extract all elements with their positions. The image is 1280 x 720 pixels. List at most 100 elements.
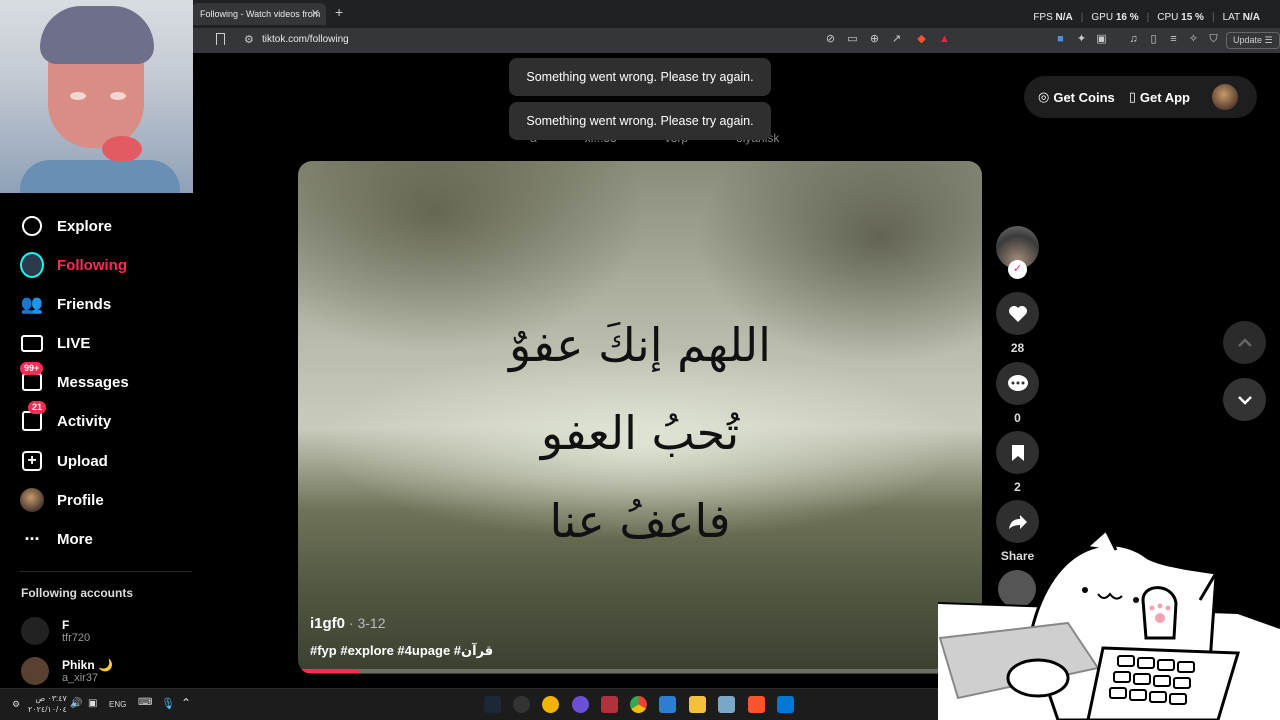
app-icon-5[interactable] xyxy=(718,696,735,713)
get-coins-label: Get Coins xyxy=(1053,89,1115,105)
app-icon-4[interactable] xyxy=(601,696,618,713)
gpu-label: GPU xyxy=(1091,12,1114,23)
bookmark-icon xyxy=(996,431,1039,474)
bookmark-button[interactable]: 2 xyxy=(996,431,1039,494)
video-progress-fill xyxy=(298,669,360,673)
zoom-icon[interactable]: ⊕ xyxy=(868,33,881,46)
fps-label: FPS xyxy=(1033,12,1053,23)
user-avatar[interactable] xyxy=(1211,84,1238,110)
no-script-icon[interactable]: ⊘ xyxy=(824,33,837,46)
share-page-icon[interactable]: ↗ xyxy=(890,33,903,46)
tray-chevron-up-icon[interactable]: ⌃ xyxy=(181,696,191,710)
tab-close-icon[interactable]: ✕ xyxy=(311,7,320,20)
sidebar-item-label: LIVE xyxy=(57,334,91,352)
reading-list-icon[interactable]: ≡ xyxy=(1167,33,1180,46)
cpu-value: 15 % xyxy=(1181,12,1204,23)
clock-time: ٠٣:٤٧ ص xyxy=(35,694,67,703)
error-toast: Something went wrong. Please try again. xyxy=(509,102,771,140)
network-icon[interactable]: ▣ xyxy=(88,698,97,709)
overlay-line: اللهم إنكَ عفوٌ xyxy=(509,318,771,372)
phone-icon: ▯ xyxy=(1128,89,1136,104)
media-icon[interactable]: ♫ xyxy=(1127,33,1140,46)
sidebar-item-upload[interactable]: + Upload xyxy=(20,448,108,474)
leo-ai-icon[interactable]: ✧ xyxy=(1187,33,1200,46)
video-author[interactable]: i1gf0 xyxy=(310,615,345,632)
webcam-overlay xyxy=(0,0,193,193)
clock-date: ٢٠٢٤/١٠/٠٤ xyxy=(28,705,67,714)
sidebar-item-more[interactable]: ··· More xyxy=(20,526,93,552)
comment-button[interactable]: 0 xyxy=(996,362,1039,425)
performance-overlay: FPS N/A | GPU 16 % | CPU 15 % | LAT N/A xyxy=(1033,12,1260,23)
chrome-icon[interactable] xyxy=(630,696,647,713)
update-label: Update xyxy=(1233,35,1263,45)
lat-label: LAT xyxy=(1222,12,1240,23)
following-check-icon[interactable]: ✓ xyxy=(1008,260,1027,279)
get-app-button[interactable]: ▯ Get App xyxy=(1129,89,1190,105)
following-accounts-title: Following accounts xyxy=(21,586,134,600)
sidebar-item-messages[interactable]: 99+ Messages xyxy=(20,362,129,395)
sidebar-item-friends[interactable]: 👥 Friends xyxy=(20,291,111,317)
bookmark-icon[interactable] xyxy=(216,33,225,45)
video-player[interactable]: اللهم إنكَ عفوٌ تُحبُ العفو فاعفُ عنا i1… xyxy=(298,161,982,674)
browser-tab[interactable]: Following - Watch videos from ✕ xyxy=(192,3,326,25)
update-button[interactable]: Update ☰ xyxy=(1226,32,1280,49)
volume-icon[interactable]: 🔊 xyxy=(70,698,82,709)
webcam-hair xyxy=(40,6,154,64)
following-avatar-icon xyxy=(20,252,44,278)
windows-start-icon[interactable] xyxy=(777,696,794,713)
settings-tray-icon[interactable]: ⚙ xyxy=(12,699,20,710)
get-coins-button[interactable]: ◎ Get Coins xyxy=(1038,89,1115,105)
steam-icon[interactable] xyxy=(484,696,501,713)
like-button[interactable]: 28 xyxy=(996,292,1039,355)
vpn-icon[interactable]: ⛉ xyxy=(1207,33,1220,46)
avatar xyxy=(21,617,49,645)
sidebar-item-profile[interactable]: Profile xyxy=(20,487,104,513)
following-account-item[interactable]: Phikn 🌙 a_xir37 xyxy=(21,657,113,685)
screenshot-icon[interactable]: ▣ xyxy=(1095,33,1108,46)
sidebar-item-label: Friends xyxy=(57,295,112,313)
app-icon-2[interactable] xyxy=(542,696,559,713)
site-settings-icon[interactable]: ⚙ xyxy=(244,33,254,46)
brave-browser-icon[interactable] xyxy=(748,696,765,713)
system-clock[interactable]: ٠٣:٤٧ ص ٢٠٢٤/١٠/٠٤ xyxy=(28,693,67,715)
messages-badge: 99+ xyxy=(20,362,44,375)
extensions-icon[interactable]: ✦ xyxy=(1075,33,1088,46)
video-hashtags[interactable]: #fyp #explore #4upage #قرآن xyxy=(310,643,493,659)
app-icon-3[interactable] xyxy=(572,696,589,713)
error-toast: Something went wrong. Please try again. xyxy=(509,58,771,96)
store-icon[interactable] xyxy=(659,696,676,713)
header-actions: ◎ Get Coins ▯ Get App xyxy=(1024,76,1257,118)
account-name: F xyxy=(62,618,70,632)
tab-title: Following - Watch videos from xyxy=(200,9,321,19)
account-name: Phikn 🌙 xyxy=(62,658,113,672)
app-icon-1[interactable] xyxy=(513,696,530,713)
sidebar-item-explore[interactable]: Explore xyxy=(20,213,112,239)
avatar xyxy=(21,657,49,685)
new-tab-icon[interactable]: + xyxy=(335,4,343,20)
compass-icon xyxy=(20,214,44,238)
messages-icon: 99+ xyxy=(20,362,44,394)
brave-rewards-icon[interactable]: ▲ xyxy=(938,33,951,46)
account-username: a_xir37 xyxy=(62,672,99,684)
cast-icon[interactable]: ▭ xyxy=(846,33,859,46)
microphone-icon[interactable]: 🎙 xyxy=(161,697,175,710)
following-account-item[interactable]: F tfr720 xyxy=(21,617,90,645)
file-explorer-icon[interactable] xyxy=(689,696,706,713)
save-count: 2 xyxy=(1014,480,1021,494)
language-indicator[interactable]: ENG xyxy=(109,700,126,709)
sidebar-item-live[interactable]: LIVE xyxy=(20,330,90,356)
profile-avatar-icon xyxy=(20,488,44,512)
extension-counter-icon[interactable]: ■ xyxy=(1054,33,1067,46)
sidebar-item-label: Messages xyxy=(57,373,129,391)
previous-video-button[interactable] xyxy=(1223,321,1266,364)
sidebar-item-label: Profile xyxy=(57,491,104,509)
sidebar-item-following[interactable]: Following xyxy=(20,252,127,278)
url-field[interactable]: tiktok.com/following xyxy=(262,34,349,45)
get-app-label: Get App xyxy=(1139,89,1190,105)
sidebar-toggle-icon[interactable]: ▯ xyxy=(1147,33,1160,46)
next-video-button[interactable] xyxy=(1223,378,1266,421)
keyboard-icon[interactable]: ⌨ xyxy=(138,697,152,708)
sidebar-item-activity[interactable]: 21 Activity xyxy=(20,401,111,434)
brave-shield-icon[interactable]: ◆ xyxy=(915,33,928,46)
video-progress-bar[interactable] xyxy=(298,669,982,673)
